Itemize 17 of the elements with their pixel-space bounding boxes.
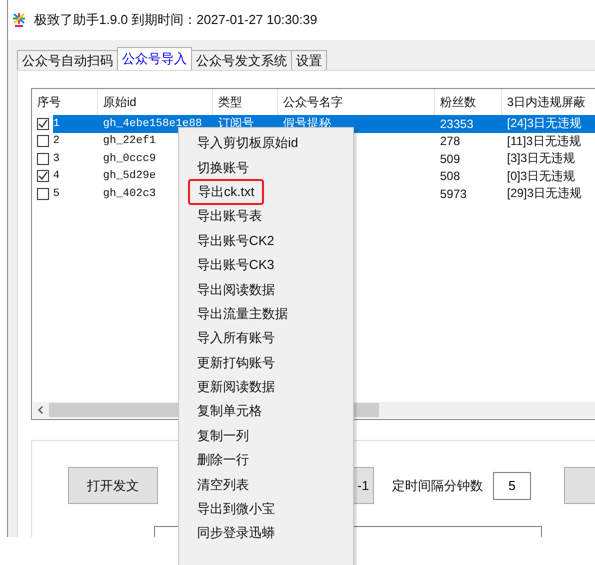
table-cell: gh_5d29e bbox=[103, 170, 156, 182]
table-cell-text: [11]3日无违规 bbox=[506, 132, 582, 150]
table-cell: gh_402c3 bbox=[103, 188, 156, 200]
table-cell-text: [3]3日无违规 bbox=[506, 150, 576, 168]
table-cell: gh_0ccc9 bbox=[103, 152, 156, 165]
table-cell-text: [29]3日无违规 bbox=[506, 185, 583, 202]
window-title: 极致了助手1.9.0 到期时间：2027-01-27 10:30:39 bbox=[34, 11, 318, 29]
row-number: 4 bbox=[53, 170, 60, 182]
table-cell: [24]3日无违规 bbox=[502, 115, 595, 132]
row-number: 5 bbox=[53, 188, 60, 200]
row-number: 2 bbox=[53, 135, 60, 148]
table-cell: gh_22ef1 bbox=[103, 135, 156, 148]
row-number: 3 bbox=[53, 152, 60, 165]
table-cell: gh_4ebe158e1e88 bbox=[103, 118, 202, 130]
row-number: 1 bbox=[53, 118, 60, 130]
interval-label: 定时间隔分钟数 bbox=[392, 476, 483, 494]
table-cell-text: [0]3日无违规 bbox=[506, 168, 576, 185]
